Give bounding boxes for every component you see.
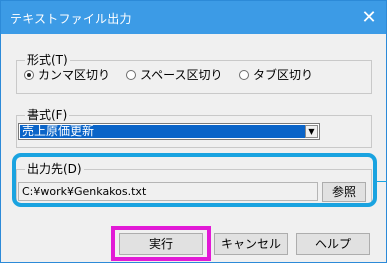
highlight-output-box <box>12 153 377 207</box>
chevron-down-icon[interactable]: ▼ <box>305 125 318 138</box>
style-group-label: 書式(F) <box>25 108 70 122</box>
radio-comma[interactable]: カンマ区切り <box>24 68 110 82</box>
highlight-run-box <box>111 226 211 261</box>
close-icon[interactable]: ✕ <box>358 7 380 29</box>
radio-space-label: スペース区切り <box>140 68 223 82</box>
radio-space[interactable]: スペース区切り <box>126 68 223 82</box>
radio-tab-label: タブ区切り <box>253 68 314 82</box>
style-select[interactable]: 売上原価更新 ▼ <box>18 123 320 140</box>
radio-dot[interactable] <box>126 70 136 80</box>
cancel-button[interactable]: キャンセル <box>214 233 288 255</box>
dialog-window: テキストファイル出力 ✕ 形式(T) カンマ区切り スペース区切り タブ区切り … <box>0 0 387 263</box>
window-title: テキストファイル出力 <box>10 12 132 26</box>
radio-dot[interactable] <box>239 70 249 80</box>
title-bar[interactable]: テキストファイル出力 ✕ <box>1 1 386 34</box>
style-select-value[interactable]: 売上原価更新 <box>20 125 305 138</box>
highlight-pointer-line <box>376 181 387 182</box>
help-button[interactable]: ヘルプ <box>296 233 370 255</box>
format-group-label: 形式(T) <box>25 53 70 67</box>
format-group: 形式(T) カンマ区切り スペース区切り タブ区切り <box>16 53 372 94</box>
radio-tab[interactable]: タブ区切り <box>239 68 313 82</box>
radio-dot-selected[interactable] <box>24 70 34 80</box>
radio-comma-label: カンマ区切り <box>38 68 111 82</box>
